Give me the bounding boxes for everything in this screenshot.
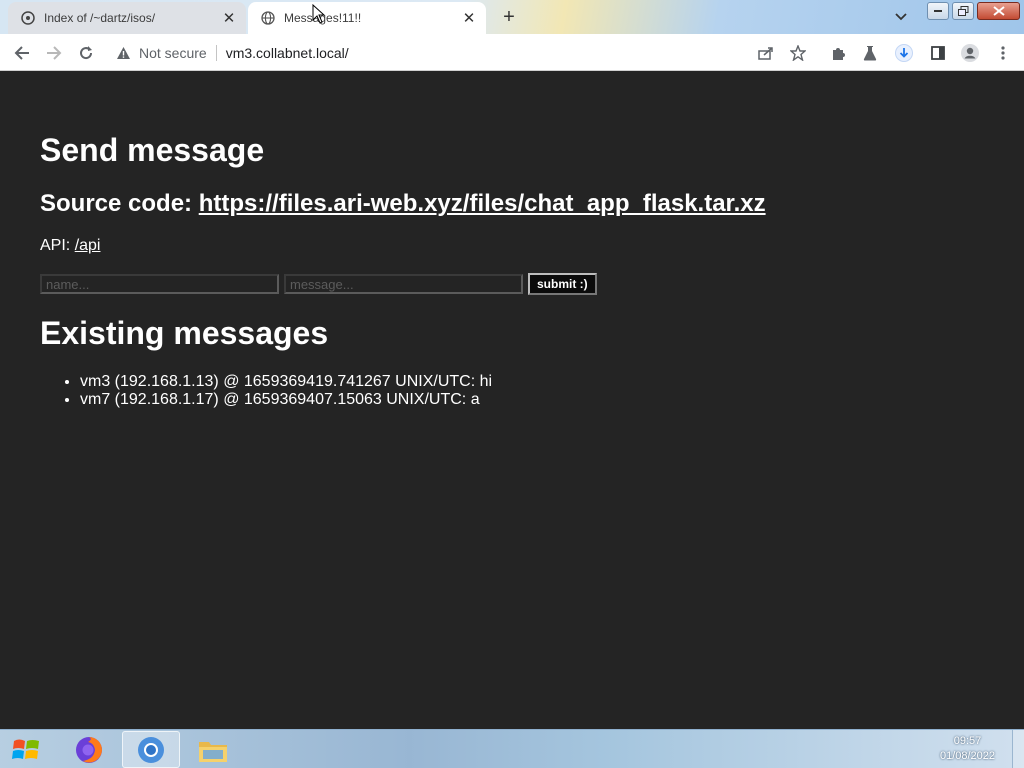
system-clock[interactable]: 09:57 01/08/2022 bbox=[930, 734, 1005, 764]
back-arrow-icon[interactable] bbox=[9, 40, 35, 66]
tab-messages[interactable]: Messages!11!! ✕ bbox=[248, 2, 486, 34]
browser-toolbar: Not secure vm3.collabnet.local/ bbox=[0, 34, 1024, 71]
api-label: API: bbox=[40, 237, 75, 254]
name-input[interactable] bbox=[40, 274, 279, 294]
api-line: API: /api bbox=[40, 237, 100, 255]
omnibox-divider bbox=[215, 44, 217, 61]
labs-flask-icon[interactable] bbox=[857, 40, 883, 66]
warning-triangle-icon[interactable] bbox=[116, 46, 131, 60]
minimize-button[interactable] bbox=[927, 2, 949, 20]
download-icon[interactable] bbox=[891, 40, 917, 66]
submit-button[interactable]: submit :) bbox=[528, 273, 597, 295]
tab-title: Index of /~dartz/isos/ bbox=[44, 11, 156, 25]
message-item: vm7 (192.168.1.17) @ 1659369407.15063 UN… bbox=[80, 391, 492, 409]
globe-icon bbox=[260, 10, 276, 26]
tab-search-chevron-icon[interactable] bbox=[890, 6, 912, 28]
page-content: Send message Source code: https://files.… bbox=[0, 71, 1024, 729]
profile-avatar-icon[interactable] bbox=[957, 40, 983, 66]
forward-arrow-icon[interactable] bbox=[41, 40, 67, 66]
bookmark-star-icon[interactable] bbox=[785, 40, 811, 66]
show-desktop-button[interactable] bbox=[1012, 730, 1024, 768]
server-favicon-icon bbox=[20, 10, 36, 26]
mouse-cursor-icon bbox=[312, 3, 326, 29]
close-tab-icon[interactable]: ✕ bbox=[460, 9, 478, 27]
tab-title: Messages!11!! bbox=[284, 11, 362, 25]
taskbar: 09:57 01/08/2022 bbox=[0, 729, 1024, 768]
source-code-link[interactable]: https://files.ari-web.xyz/files/chat_app… bbox=[199, 190, 766, 217]
windows-start-icon[interactable] bbox=[6, 732, 46, 768]
close-tab-icon[interactable]: ✕ bbox=[220, 9, 238, 27]
tab-strip: Index of /~dartz/isos/ ✕ Messages!11!! ✕… bbox=[0, 0, 1024, 34]
extensions-puzzle-icon[interactable] bbox=[825, 40, 851, 66]
messages-list: vm3 (192.168.1.13) @ 1659369419.741267 U… bbox=[80, 373, 492, 409]
address-bar[interactable]: Not secure vm3.collabnet.local/ bbox=[106, 37, 822, 68]
share-icon[interactable] bbox=[753, 40, 779, 66]
message-item: vm3 (192.168.1.13) @ 1659369419.741267 U… bbox=[80, 373, 492, 391]
security-label[interactable]: Not secure bbox=[139, 45, 207, 61]
url-text[interactable]: vm3.collabnet.local/ bbox=[226, 45, 349, 61]
more-menu-icon[interactable] bbox=[990, 40, 1016, 66]
new-tab-button[interactable]: + bbox=[497, 6, 521, 28]
restore-button[interactable] bbox=[952, 2, 974, 20]
existing-messages-heading: Existing messages bbox=[40, 315, 329, 351]
api-link[interactable]: /api bbox=[75, 237, 101, 254]
reload-icon[interactable] bbox=[73, 40, 99, 66]
window-close-button[interactable] bbox=[977, 2, 1020, 20]
firefox-icon[interactable] bbox=[60, 731, 118, 768]
tab-index-isos[interactable]: Index of /~dartz/isos/ ✕ bbox=[8, 2, 246, 34]
clock-time: 09:57 bbox=[953, 735, 982, 747]
source-code-label: Source code: bbox=[40, 190, 199, 217]
side-panel-icon[interactable] bbox=[925, 40, 951, 66]
send-message-heading: Send message bbox=[40, 132, 265, 168]
chrome-icon[interactable] bbox=[122, 731, 180, 768]
clock-date: 01/08/2022 bbox=[939, 750, 996, 762]
message-form: submit :) bbox=[40, 273, 597, 295]
source-code-heading: Source code: https://files.ari-web.xyz/f… bbox=[40, 190, 766, 218]
file-explorer-icon[interactable] bbox=[184, 731, 242, 768]
message-input[interactable] bbox=[284, 274, 523, 294]
